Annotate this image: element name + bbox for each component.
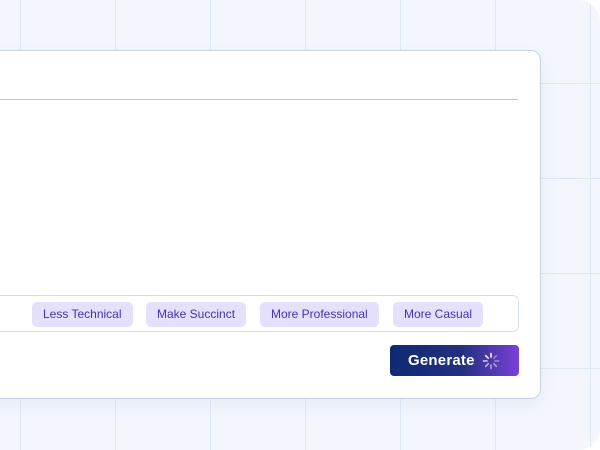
generate-button[interactable]: Generate [390,345,519,376]
tone-options-bar: Less Technical Make Succinct More Profes… [0,295,519,332]
rewrite-panel: Less Technical Make Succinct More Profes… [0,50,541,399]
chip-make-succinct[interactable]: Make Succinct [146,302,247,327]
chip-more-professional[interactable]: More Professional [260,302,379,327]
grid-background: Less Technical Make Succinct More Profes… [0,0,600,450]
loading-spinner-icon [482,352,500,370]
text-output-area[interactable] [0,100,518,293]
chip-more-casual[interactable]: More Casual [393,302,484,327]
generate-button-label: Generate [408,352,475,369]
chip-less-technical[interactable]: Less Technical [32,302,133,327]
